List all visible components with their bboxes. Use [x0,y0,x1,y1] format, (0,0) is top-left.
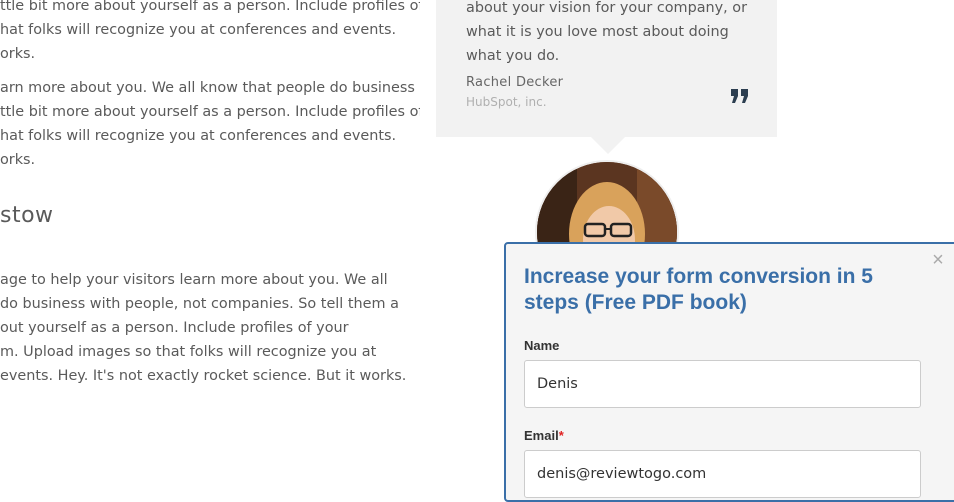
testimonial-author: Rachel Decker [466,75,564,90]
email-input[interactable] [524,450,921,498]
email-label-text: Email [524,428,559,443]
testimonial-company: HubSpot, inc. [466,95,547,109]
required-asterisk: * [558,428,564,443]
name-label: Name [524,338,560,353]
lead-form-popup: Increase your form conversion in 5 steps… [504,242,954,502]
paragraph-line: events. Hey. It's not exactly rocket sci… [0,368,407,384]
quote-icon [731,89,748,103]
paragraph-line: orks. [0,152,36,168]
body-paragraph-3: age to help your visitors learn more abo… [0,268,406,388]
testimonial-card: about your vision for your company, or w… [436,0,777,137]
quote-line: what you do. [466,48,560,64]
paragraph-line: orks. [0,46,36,62]
paragraph-line: m. Upload images so that folks will reco… [0,344,377,360]
testimonial-pointer [591,137,625,154]
paragraph-line: do business with people, not companies. … [0,296,399,312]
paragraph-line: hat folks will recognize you at conferen… [0,22,397,38]
paragraph-line: arn more about you. We all know that peo… [0,80,415,96]
name-input[interactable] [524,360,921,408]
body-paragraph-2: arn more about you. We all know that peo… [0,76,420,172]
left-content-column: ttle bit more about yourself as a person… [0,0,420,480]
paragraph-line: hat folks will recognize you at conferen… [0,128,397,144]
email-label: Email* [524,428,564,443]
paragraph-line: ttle bit more about yourself as a person… [0,104,420,120]
paragraph-line: out yourself as a person. Include profil… [0,320,349,336]
quote-line: about your vision for your company, or [466,0,748,16]
popup-title: Increase your form conversion in 5 steps… [524,265,873,314]
section-heading: stow [0,203,54,228]
body-paragraph-1: ttle bit more about yourself as a person… [0,0,420,66]
paragraph-line: age to help your visitors learn more abo… [0,272,388,288]
quote-line: what it is you love most about doing [466,24,729,40]
close-icon[interactable]: × [930,250,946,270]
paragraph-line: ttle bit more about yourself as a person… [0,0,420,14]
testimonial-quote: about your vision for your company, or w… [466,0,756,68]
